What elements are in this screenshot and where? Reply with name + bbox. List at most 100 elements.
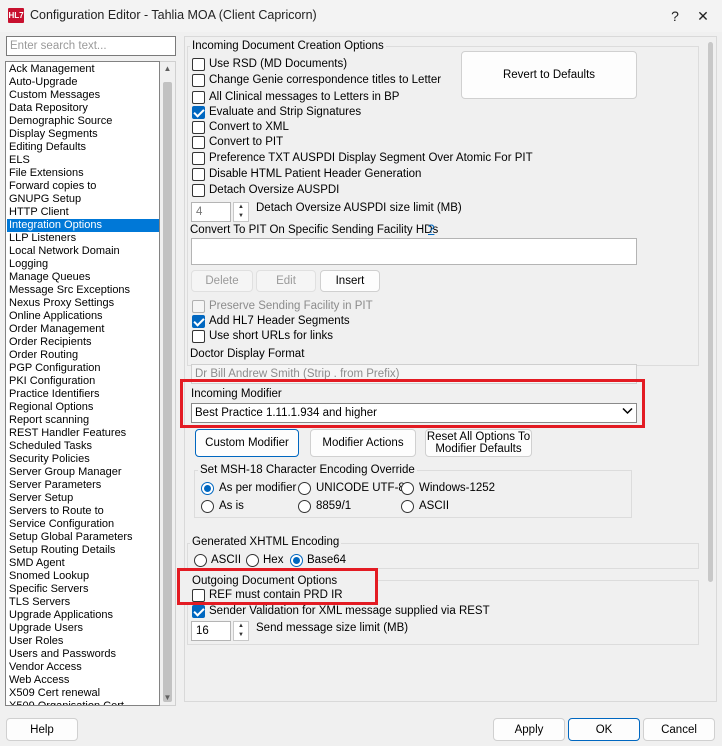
insert-button[interactable]: Insert xyxy=(320,270,380,292)
sidebar-item[interactable]: Forward copies to xyxy=(7,180,159,193)
encoding-radio[interactable] xyxy=(298,482,311,495)
incoming-option-checkbox[interactable] xyxy=(192,168,205,181)
spin-up-icon[interactable]: ▲ xyxy=(234,203,248,212)
sidebar-item[interactable]: Nexus Proxy Settings xyxy=(7,297,159,310)
sidebar-item[interactable]: ELS xyxy=(7,154,159,167)
sidebar-item[interactable]: GNUPG Setup xyxy=(7,193,159,206)
sidebar-item[interactable]: Upgrade Applications xyxy=(7,609,159,622)
category-list[interactable]: Ack Management Auto-Upgrade Custom Message… xyxy=(5,61,160,706)
xhtml-radio[interactable] xyxy=(290,554,303,567)
sidebar-item[interactable]: HTTP Client xyxy=(7,206,159,219)
incoming-option-checkbox[interactable] xyxy=(192,74,205,87)
scroll-down-arrow-icon[interactable]: ▼ xyxy=(160,691,175,705)
sidebar-item[interactable]: Specific Servers xyxy=(7,583,159,596)
sidebar-item[interactable]: Order Management xyxy=(7,323,159,336)
incoming-option-checkbox[interactable] xyxy=(192,152,205,165)
sidebar-item[interactable]: PGP Configuration xyxy=(7,362,159,375)
settings-scroll-thumb[interactable] xyxy=(708,42,713,582)
incoming-option-checkbox[interactable] xyxy=(192,91,205,104)
sidebar-item[interactable]: REST Handler Features xyxy=(7,427,159,440)
sidebar-item[interactable]: Ack Management xyxy=(7,63,159,76)
sidebar-item[interactable]: PKI Configuration xyxy=(7,375,159,388)
sidebar-item[interactable]: Snomed Lookup xyxy=(7,570,159,583)
encoding-radio[interactable] xyxy=(401,500,414,513)
scroll-up-arrow-icon[interactable]: ▲ xyxy=(160,62,175,76)
search-input[interactable] xyxy=(6,36,176,56)
sidebar-item[interactable]: Setup Routing Details xyxy=(7,544,159,557)
spin-up-icon[interactable]: ▲ xyxy=(234,622,248,631)
sidebar-item[interactable]: Manage Queues xyxy=(7,271,159,284)
close-button[interactable]: ✕ xyxy=(693,6,713,26)
sidebar-item[interactable]: Server Group Manager xyxy=(7,466,159,479)
encoding-radio[interactable] xyxy=(401,482,414,495)
short-urls-checkbox[interactable] xyxy=(192,330,205,343)
sidebar-item[interactable]: LLP Listeners xyxy=(7,232,159,245)
help-button[interactable]: Help xyxy=(6,718,78,741)
sidebar-item[interactable]: Setup Global Parameters xyxy=(7,531,159,544)
sidebar-item[interactable]: Service Configuration xyxy=(7,518,159,531)
sidebar-item[interactable]: X509 Organisation Cert xyxy=(7,700,159,705)
sidebar-item[interactable]: Online Applications xyxy=(7,310,159,323)
sidebar-item[interactable]: Message Src Exceptions xyxy=(7,284,159,297)
settings-panel-scrollbar[interactable] xyxy=(706,36,716,702)
sidebar-item[interactable]: TLS Servers xyxy=(7,596,159,609)
apply-button[interactable]: Apply xyxy=(493,718,565,741)
spin-down-icon[interactable]: ▼ xyxy=(234,631,248,640)
sidebar-item[interactable]: Custom Messages xyxy=(7,89,159,102)
incoming-option-checkbox[interactable] xyxy=(192,184,205,197)
sidebar-item[interactable]: Practice Identifiers xyxy=(7,388,159,401)
sidebar-item[interactable]: Server Setup xyxy=(7,492,159,505)
xhtml-radio[interactable] xyxy=(194,554,207,567)
reset-modifier-defaults-button[interactable]: Reset All Options To Modifier Defaults xyxy=(425,429,532,457)
pit-facility-help-link[interactable]: ? xyxy=(428,223,434,237)
sidebar-item[interactable]: Web Access xyxy=(7,674,159,687)
modifier-actions-button[interactable]: Modifier Actions xyxy=(310,429,416,457)
sidebar-item[interactable]: Report scanning xyxy=(7,414,159,427)
send-limit-input[interactable]: 16 xyxy=(191,621,231,641)
size-limit-input[interactable]: 4 xyxy=(191,202,231,222)
incoming-option-checkbox[interactable] xyxy=(192,121,205,134)
sidebar-item[interactable]: Upgrade Users xyxy=(7,622,159,635)
ok-button[interactable]: OK xyxy=(568,718,640,741)
sidebar-item[interactable]: Regional Options xyxy=(7,401,159,414)
sidebar-item[interactable]: Data Repository xyxy=(7,102,159,115)
incoming-option-checkbox[interactable] xyxy=(192,136,205,149)
cancel-button[interactable]: Cancel xyxy=(643,718,715,741)
sidebar-item[interactable]: Servers to Route to xyxy=(7,505,159,518)
scroll-thumb[interactable] xyxy=(163,82,172,702)
encoding-radio[interactable] xyxy=(201,482,214,495)
category-list-scrollbar[interactable]: ▲ ▼ xyxy=(160,61,176,706)
sidebar-item[interactable]: Order Routing xyxy=(7,349,159,362)
custom-modifier-button[interactable]: Custom Modifier xyxy=(195,429,299,457)
sidebar-item[interactable]: Auto-Upgrade xyxy=(7,76,159,89)
sidebar-item[interactable]: Display Segments xyxy=(7,128,159,141)
sidebar-item[interactable]: Logging xyxy=(7,258,159,271)
sidebar-item[interactable]: SMD Agent xyxy=(7,557,159,570)
pit-facility-input[interactable] xyxy=(191,238,637,265)
ref-prd-ir-checkbox[interactable] xyxy=(192,589,205,602)
encoding-radio[interactable] xyxy=(201,500,214,513)
size-limit-spinner[interactable]: ▲ ▼ xyxy=(233,202,249,222)
sidebar-item[interactable]: Scheduled Tasks xyxy=(7,440,159,453)
xhtml-radio[interactable] xyxy=(246,554,259,567)
sidebar-item[interactable]: Demographic Source xyxy=(7,115,159,128)
sidebar-item[interactable]: Local Network Domain xyxy=(7,245,159,258)
delete-button[interactable]: Delete xyxy=(191,270,253,292)
spin-down-icon[interactable]: ▼ xyxy=(234,212,248,221)
incoming-modifier-select[interactable]: Best Practice 1.11.1.934 and higher xyxy=(191,403,637,423)
preserve-facility-checkbox[interactable] xyxy=(192,300,205,313)
hl7-header-checkbox[interactable] xyxy=(192,315,205,328)
chevron-down-icon[interactable] xyxy=(622,404,633,422)
sidebar-item[interactable]: Security Policies xyxy=(7,453,159,466)
revert-defaults-button[interactable]: Revert to Defaults xyxy=(461,51,637,99)
send-limit-spinner[interactable]: ▲ ▼ xyxy=(233,621,249,641)
sidebar-item[interactable]: User Roles xyxy=(7,635,159,648)
sidebar-item[interactable]: Vendor Access xyxy=(7,661,159,674)
sidebar-item[interactable]: Users and Passwords xyxy=(7,648,159,661)
sidebar-item[interactable]: Order Recipients xyxy=(7,336,159,349)
sidebar-item[interactable]: X509 Cert renewal xyxy=(7,687,159,700)
sidebar-item[interactable]: Server Parameters xyxy=(7,479,159,492)
encoding-radio[interactable] xyxy=(298,500,311,513)
sender-validation-checkbox[interactable] xyxy=(192,605,205,618)
incoming-option-checkbox[interactable] xyxy=(192,106,205,119)
